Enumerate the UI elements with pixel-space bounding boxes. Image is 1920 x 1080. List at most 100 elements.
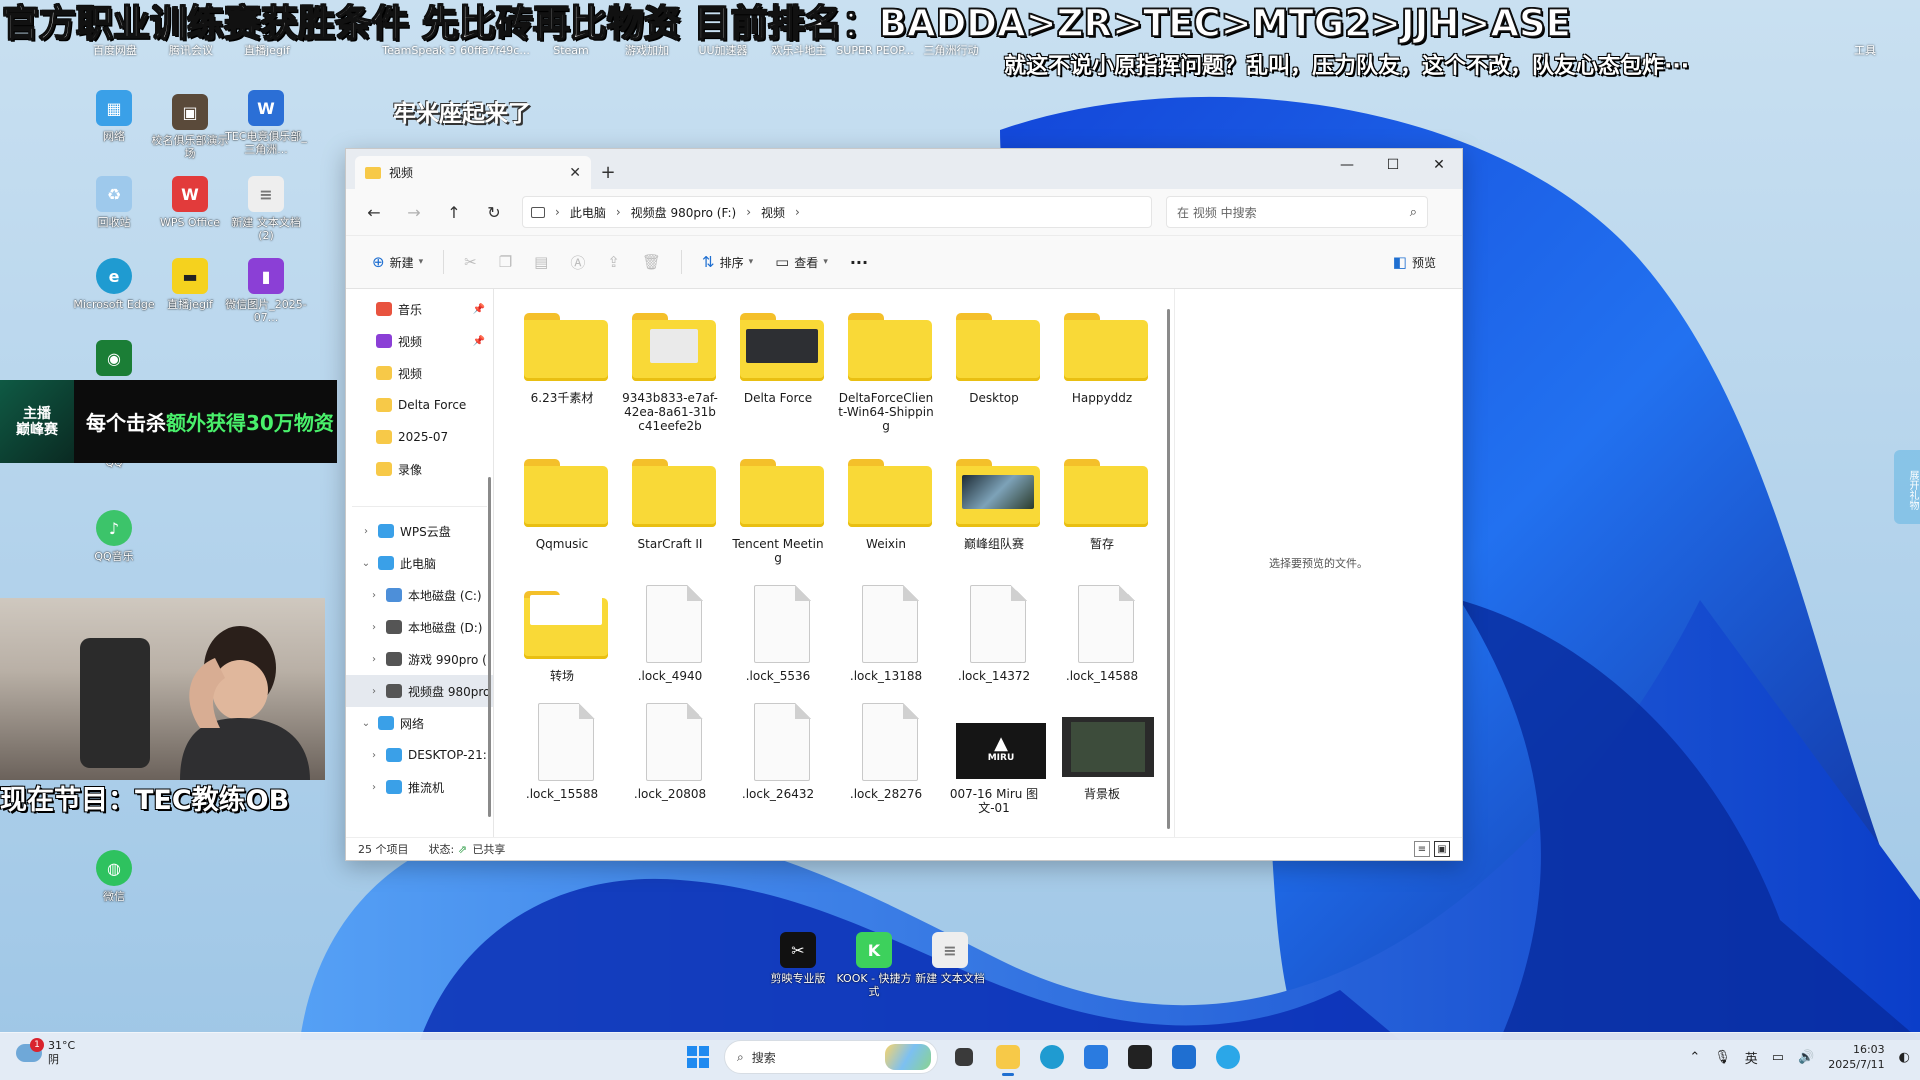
file-item[interactable]: Desktop	[940, 299, 1048, 433]
forward-button[interactable]: →	[396, 196, 432, 228]
preview-pane-button[interactable]: ◧ 预览	[1385, 246, 1444, 278]
nav-item[interactable]: 视频 📌	[346, 325, 493, 357]
desktop-icon-tec-doc[interactable]: W TEC电竞俱乐部_三角洲...	[224, 90, 308, 156]
file-item[interactable]: Qqmusic	[508, 445, 616, 565]
search-input[interactable]: 在 视频 中搜索 ⌕	[1166, 196, 1428, 228]
desktop-icon-wechat-image[interactable]: ▮ 微信图片_2025-07...	[224, 258, 308, 324]
taskbar-app-terminal[interactable]	[1122, 1039, 1158, 1075]
file-item[interactable]: ▲ MIRU 007-16 Miru 图文-01	[940, 695, 1048, 815]
chevron-up-icon[interactable]: ⌃	[1689, 1050, 1700, 1065]
refresh-button[interactable]: ↻	[476, 196, 512, 228]
file-item[interactable]: .lock_4940	[616, 577, 724, 683]
clock[interactable]: 16:03 2025/7/11	[1828, 1042, 1884, 1072]
file-item[interactable]: Happyddz	[1048, 299, 1156, 433]
file-item[interactable]: 6.23千素材	[508, 299, 616, 433]
file-item[interactable]: .lock_20808	[616, 695, 724, 815]
up-button[interactable]: ↑	[436, 196, 472, 228]
desktop-icon-jianying[interactable]: ✂ 剪映专业版	[756, 932, 840, 985]
nav-item[interactable]: Delta Force	[346, 389, 493, 421]
chevron-right-icon[interactable]: ›	[368, 590, 380, 601]
nav-item[interactable]: › 推流机	[346, 771, 493, 803]
network-icon[interactable]: ▭	[1772, 1050, 1784, 1065]
nav-item[interactable]: 音乐 📌	[346, 293, 493, 325]
chevron-right-icon[interactable]: ›	[746, 205, 751, 219]
nav-item[interactable]: ⌄ 网络	[346, 707, 493, 739]
chevron-down-icon[interactable]: ⌄	[360, 718, 372, 729]
file-item[interactable]: 暂存	[1048, 445, 1156, 565]
start-button[interactable]	[680, 1039, 716, 1075]
notification-center-icon[interactable]: ◐	[1899, 1050, 1910, 1065]
desktop-icon-kook[interactable]: K KOOK - 快捷方式	[832, 932, 916, 998]
taskbar-edge[interactable]	[1034, 1039, 1070, 1075]
cut-button[interactable]: ✂	[456, 246, 485, 278]
file-item[interactable]: .lock_15588	[508, 695, 616, 815]
volume-icon[interactable]: 🔊	[1798, 1050, 1814, 1065]
view-button[interactable]: ▭ 查看 ▾	[767, 246, 836, 278]
taskbar-app-pen[interactable]	[1166, 1039, 1202, 1075]
desktop-icon-nvidia[interactable]: ◉	[72, 340, 156, 380]
nav-item[interactable]: › 本地磁盘 (D:)	[346, 611, 493, 643]
breadcrumb-videos[interactable]: 视频	[761, 204, 785, 221]
tab-videos[interactable]: 视频 ✕	[355, 156, 591, 189]
taskbar-file-explorer[interactable]	[990, 1039, 1026, 1076]
back-button[interactable]: ←	[356, 196, 392, 228]
large-icons-view-button[interactable]: ▣	[1434, 841, 1450, 857]
desktop-icon-edge[interactable]: e Microsoft Edge	[72, 258, 156, 311]
copy-button[interactable]: ❐	[491, 246, 520, 278]
more-button[interactable]: ···	[842, 246, 876, 278]
file-item[interactable]: .lock_14372	[940, 577, 1048, 683]
chevron-right-icon[interactable]: ›	[368, 686, 380, 697]
close-button[interactable]: ✕	[1416, 149, 1462, 181]
desktop-icon-recycle-bin[interactable]: ♻ 回收站	[72, 176, 156, 229]
breadcrumb-this-pc[interactable]: 此电脑	[570, 204, 606, 221]
new-button[interactable]: ⊕ 新建 ▾	[364, 246, 431, 278]
chevron-right-icon[interactable]: ›	[360, 526, 372, 537]
gift-panel-tab[interactable]: 展开礼物	[1894, 450, 1920, 524]
microphone-icon[interactable]: 🎙	[1714, 1050, 1731, 1065]
taskbar-store[interactable]	[1078, 1039, 1114, 1075]
file-item[interactable]: .lock_5536	[724, 577, 832, 683]
file-item[interactable]: .lock_14588	[1048, 577, 1156, 683]
file-item[interactable]: .lock_13188	[832, 577, 940, 683]
file-item[interactable]: Delta Force	[724, 299, 832, 433]
chevron-right-icon[interactable]: ›	[555, 205, 560, 219]
maximize-button[interactable]: ☐	[1370, 149, 1416, 181]
file-item[interactable]: StarCraft II	[616, 445, 724, 565]
desktop-label[interactable]: 工具	[1820, 44, 1910, 57]
minimize-button[interactable]: —	[1324, 149, 1370, 181]
desktop-icon-new-text-2[interactable]: ≡ 新建 文本文档	[908, 932, 992, 985]
desktop-icon-new-text[interactable]: ≡ 新建 文本文档 (2)	[224, 176, 308, 242]
details-view-button[interactable]: ≡	[1414, 841, 1430, 857]
desktop-icon-wps[interactable]: W WPS Office	[148, 176, 232, 229]
chevron-right-icon[interactable]: ›	[368, 622, 380, 633]
nav-item[interactable]: 2025-07	[346, 421, 493, 453]
content-scrollbar[interactable]	[1167, 309, 1170, 829]
nav-item[interactable]: 视频	[346, 357, 493, 389]
share-button[interactable]: ⇪	[599, 246, 628, 278]
file-item[interactable]: 转场	[508, 577, 616, 683]
breadcrumb-drive[interactable]: 视频盘 980pro (F:)	[631, 204, 737, 221]
navigation-scrollbar[interactable]	[488, 477, 491, 817]
breadcrumb[interactable]: › 此电脑 › 视频盘 980pro (F:) › 视频 ›	[522, 196, 1152, 228]
nav-item[interactable]: › 游戏 990pro (	[346, 643, 493, 675]
chevron-right-icon[interactable]: ›	[368, 750, 380, 761]
desktop-icon-live-gif[interactable]: ▬ 直播jegif	[148, 258, 232, 311]
delete-button[interactable]: 🗑	[634, 246, 669, 278]
desktop-icon-qq-music[interactable]: ♪ QQ音乐	[72, 510, 156, 563]
taskbar-search[interactable]: ⌕ 搜索	[724, 1040, 938, 1074]
file-item[interactable]: DeltaForceClient-Win64-Shipping	[832, 299, 940, 433]
file-item[interactable]: 巅峰组队赛	[940, 445, 1048, 565]
new-tab-button[interactable]: +	[591, 156, 625, 189]
file-item[interactable]: .lock_26432	[724, 695, 832, 815]
nav-item[interactable]: ⌄ 此电脑	[346, 547, 493, 579]
file-item[interactable]: .lock_28276	[832, 695, 940, 815]
chevron-right-icon[interactable]: ›	[368, 654, 380, 665]
paste-button[interactable]: ▤	[526, 246, 556, 278]
chevron-down-icon[interactable]: ⌄	[360, 558, 372, 569]
chevron-right-icon[interactable]: ›	[795, 205, 800, 219]
taskbar-task-view[interactable]	[946, 1039, 982, 1075]
file-item[interactable]: 9343b833-e7af-42ea-8a61-31bc41eefe2b	[616, 299, 724, 433]
nav-item[interactable]: › DESKTOP-21:	[346, 739, 493, 771]
sort-button[interactable]: ⇅ 排序 ▾	[694, 246, 761, 278]
taskbar-app-circle[interactable]	[1210, 1039, 1246, 1075]
